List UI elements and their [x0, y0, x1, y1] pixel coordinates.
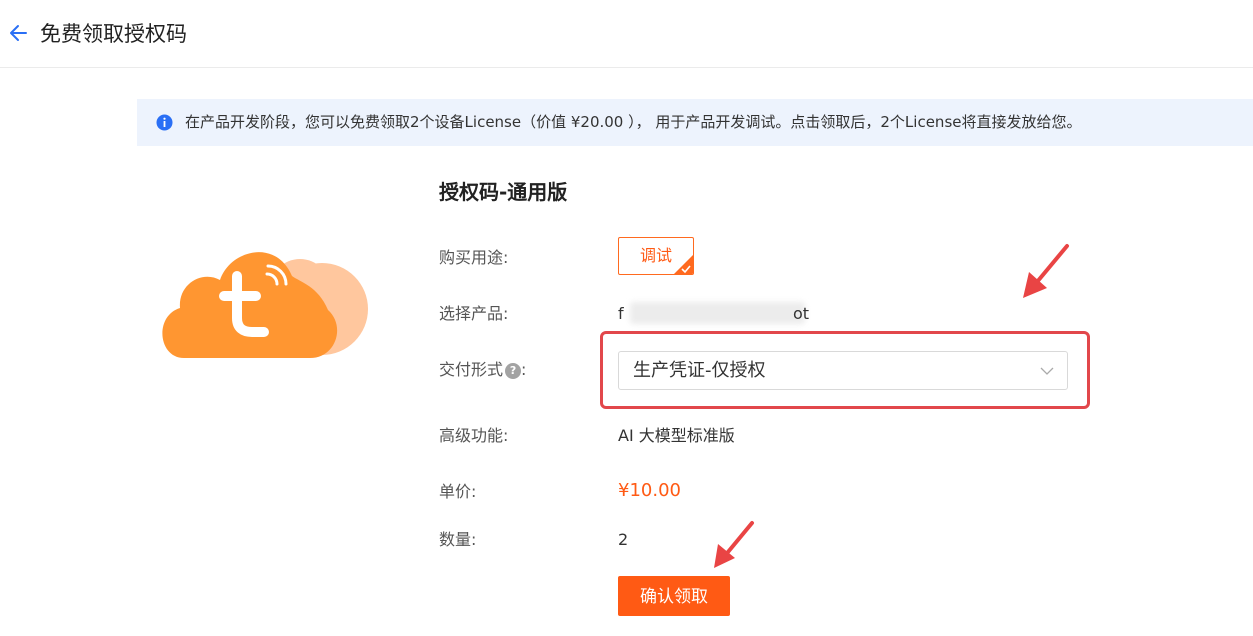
purpose-label: 购买用途: [439, 248, 509, 267]
quantity-label: 数量: [439, 530, 477, 549]
redacted-product-name [630, 302, 805, 324]
advanced-value: AI 大模型标准版 [618, 426, 735, 445]
confirm-claim-button[interactable]: 确认领取 [618, 576, 730, 616]
arrow-left-icon[interactable] [8, 22, 30, 44]
delivery-label-text: 交付形式 [439, 360, 504, 379]
product-value-end: ot [793, 304, 810, 323]
question-icon[interactable]: ? [505, 363, 522, 379]
purpose-option-label: 调试 [639, 246, 672, 265]
quantity-value: 2 [618, 530, 629, 549]
annotation-arrow-icon [714, 521, 754, 568]
page-title: 免费领取授权码 [40, 22, 187, 46]
check-icon [681, 265, 691, 274]
page-header: 免费领取授权码 [0, 0, 1253, 68]
highlight-box [600, 331, 1090, 409]
info-banner: 在产品开发阶段，您可以免费领取2个设备License（价值 ¥20.00 ）， … [137, 99, 1253, 146]
info-icon [156, 114, 173, 131]
unit-price-value: ¥10.00 [618, 480, 681, 501]
advanced-label: 高级功能: [439, 426, 509, 445]
unit-price-label: 单价: [439, 482, 477, 501]
delivery-label: 交付形式?: [439, 359, 526, 381]
product-value-start: f [618, 304, 624, 323]
annotation-arrow-icon [1023, 244, 1069, 298]
tuya-cloud-logo [162, 252, 368, 358]
product-title: 授权码-通用版 [439, 180, 568, 204]
product-label: 选择产品: [439, 304, 509, 323]
notice-text: 在产品开发阶段，您可以免费领取2个设备License（价值 ¥20.00 ）， … [185, 113, 1082, 131]
delivery-label-colon: : [521, 360, 527, 379]
purpose-option-debug[interactable]: 调试 [618, 237, 694, 275]
